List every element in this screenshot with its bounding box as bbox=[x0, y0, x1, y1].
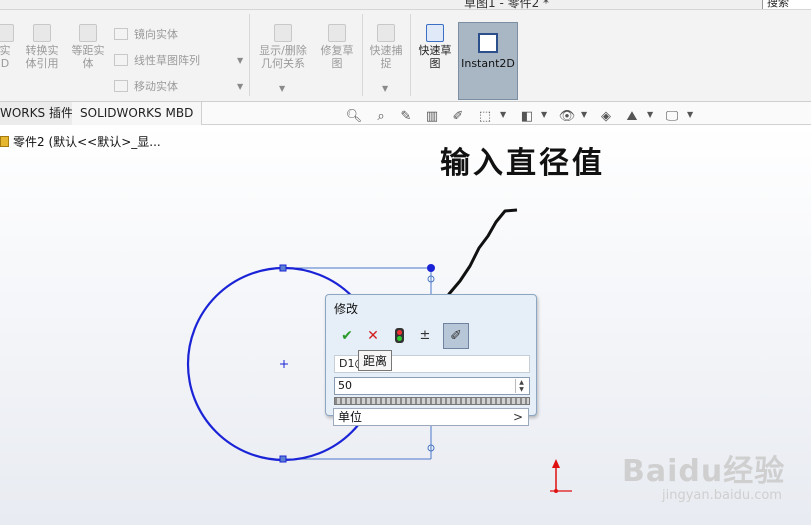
origin-arrow bbox=[552, 459, 560, 468]
rebuild-icon[interactable] bbox=[388, 325, 410, 347]
dialog-title: 修改 bbox=[334, 302, 359, 316]
chevron-right-icon: > bbox=[512, 410, 523, 424]
circle-quadrant-point bbox=[279, 264, 287, 272]
dimension-handle bbox=[427, 264, 435, 272]
watermark-logo: Baidu经验 bbox=[622, 454, 786, 489]
modify-dialog: 修改 ✔ ✕ ± ✐ D1@ 50 ▲ ▼ bbox=[325, 294, 537, 416]
spin-button[interactable]: ▲ ▼ bbox=[515, 379, 527, 393]
dimension-value-input[interactable]: 50 ▲ ▼ bbox=[334, 377, 530, 395]
cancel-icon[interactable]: ✕ bbox=[362, 325, 384, 347]
mark-dimension-icon[interactable]: ✐ bbox=[443, 323, 469, 349]
unit-label: 单位 bbox=[338, 410, 363, 424]
watermark-url: jingyan.baidu.com bbox=[662, 488, 782, 503]
ok-icon[interactable]: ✔ bbox=[336, 325, 358, 347]
unit-dropdown[interactable]: 单位 > bbox=[333, 408, 529, 426]
reverse-icon[interactable]: ± bbox=[414, 325, 436, 347]
tooltip: 距离 bbox=[358, 350, 393, 371]
circle-quadrant-point bbox=[279, 455, 287, 463]
value-text: 50 bbox=[338, 379, 352, 392]
origin-point bbox=[554, 489, 558, 493]
thumbwheel[interactable] bbox=[334, 397, 530, 405]
